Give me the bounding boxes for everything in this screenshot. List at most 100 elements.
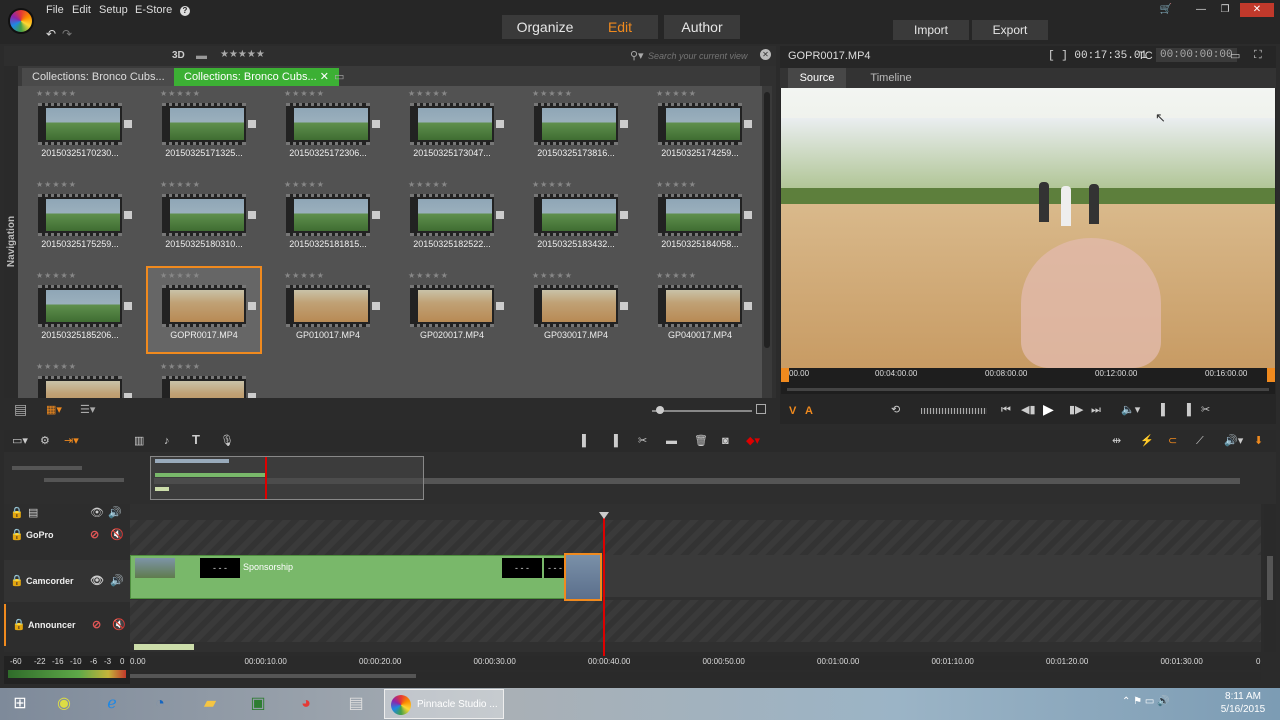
scrub-bar[interactable] [787,388,1269,391]
trash-icon[interactable]: 🗑 [694,434,708,448]
search-icon[interactable]: ⚲▾ [630,49,644,62]
taskbar-pinnacle-studio[interactable]: Pinnacle Studio ... [384,689,504,719]
go-to-end-icon[interactable]: ⏭ [1091,403,1101,417]
library-item[interactable]: ★★★★★ 20150325185206... [24,268,136,352]
smart-movie-icon[interactable]: ⚡ [1140,434,1154,448]
snap-icon[interactable]: ⬇ [1254,434,1263,448]
clip-thumbnail[interactable] [534,194,628,236]
magnet-icon[interactable]: ⇹ [1112,434,1121,448]
announcer-clip[interactable] [134,644,194,650]
library-item[interactable]: ★★★★★ 20150325170230... [24,86,136,170]
step-back-icon[interactable]: ◀▮ [1021,403,1036,417]
selected-clip[interactable] [564,553,602,601]
settings-gear-icon[interactable]: ⚙ [40,434,50,448]
close-icon[interactable]: ✕ [1240,3,1274,17]
mute-icon[interactable]: 🔇 [112,618,126,632]
black-clip[interactable]: - - - [502,558,542,578]
marker-in-icon[interactable]: ▌ [582,434,590,448]
library-item[interactable]: ★★★★★ 20150325182522... [396,177,508,261]
rating-stars[interactable]: ★★★★★ [656,271,697,280]
clip-thumbnail[interactable] [286,103,380,145]
rating-stars[interactable]: ★★★★★ [284,271,325,280]
library-item[interactable]: ★★★★★ 20150325184058... [644,177,756,261]
video-toggle[interactable]: V [789,404,796,418]
scrollbar-thumb[interactable] [1267,556,1273,600]
mark-out-icon[interactable]: ▐ [1183,403,1191,417]
tab-collection-1[interactable]: Collections: Bronco Cubs... [22,68,175,86]
rating-filter[interactable]: ★★★★★ [220,49,265,60]
clip-thumbnail[interactable] [534,285,628,327]
scorefitter-icon[interactable]: ♪ [164,434,170,448]
mode-author-button[interactable]: Author [664,15,740,39]
chrome-icon[interactable]: ◉ [44,690,84,718]
cart-icon[interactable]: 🛒 [1155,3,1177,17]
clip-thumbnail[interactable] [410,103,504,145]
store-icon[interactable]: ▣ [238,690,278,718]
snapshot-icon[interactable]: ◙ [722,434,729,448]
track-header-gopro[interactable]: 🔒 GoPro ⊘ 🔇 [4,514,130,556]
navigator-viewport[interactable] [150,456,424,500]
clip-thumbnail[interactable] [162,103,256,145]
clip-thumbnail[interactable] [38,103,132,145]
rating-stars[interactable]: ★★★★★ [160,362,201,371]
rating-stars[interactable]: ★★★★★ [532,271,573,280]
rating-stars[interactable]: ★★★★★ [36,271,77,280]
play-icon[interactable]: ▶ [1043,402,1054,416]
close-tab-icon[interactable]: ✕ [320,71,329,83]
rating-stars[interactable]: ★★★★★ [408,180,449,189]
restore-icon[interactable]: ❐ [1214,3,1236,17]
grid-view-icon[interactable]: ▦▾ [46,403,62,416]
audio-mixer-icon[interactable]: ▥ [134,434,144,448]
rating-stars[interactable]: ★★★★★ [284,180,325,189]
library-item[interactable]: ★★★★★ 20150325181815... [272,177,384,261]
marker-out-icon[interactable]: ▐ [610,434,618,448]
step-forward-icon[interactable]: ▮▶ [1069,403,1084,417]
rating-stars[interactable]: ★★★★★ [408,271,449,280]
library-item[interactable]: ★★★★★ GP040017.MP4 [644,268,756,352]
volume-icon[interactable]: 🔈▾ [1121,403,1140,417]
go-to-start-icon[interactable]: ⏮ [1001,403,1011,417]
film-icon[interactable]: ▬ [196,50,207,62]
library-item[interactable]: ★★★★★ 20150325172306... [272,86,384,170]
timeline-ruler[interactable]: 0.00 00:00:10.00 00:00:20.00 00:00:30.00 00:… [130,656,1261,670]
fullscreen-icon[interactable]: ⛶ [1254,49,1262,62]
library-stack-icon[interactable]: ▤ [14,401,27,418]
track-header-announcer[interactable]: 🔒 Announcer ⊘ 🔇 [4,604,130,646]
lock-icon[interactable]: 🔒 [12,618,26,632]
timeline-vscroll[interactable] [1264,504,1276,652]
scrubber-end-marker[interactable] [1267,368,1275,382]
eye-hidden-icon[interactable]: ⊘ [92,618,101,632]
lock-icon[interactable]: 🔒 [10,574,24,588]
audio-scrub-icon[interactable]: 🔊▾ [1224,434,1243,448]
film-strip-icon[interactable]: ▬ [666,434,677,448]
playhead-handle[interactable] [599,512,609,519]
storyboard-icon[interactable]: ▭▾ [12,434,28,448]
redo-icon[interactable]: ↷ [62,27,72,41]
undo-icon[interactable]: ↶ [46,27,56,41]
clip-thumbnail[interactable] [162,376,256,398]
rating-stars[interactable]: ★★★★★ [408,89,449,98]
clip-thumbnail[interactable] [38,376,132,398]
shuttle-control[interactable] [921,408,987,414]
thumbnail-size-slider[interactable] [652,410,752,412]
library-item[interactable]: ★★★★★ 20150325171325... [148,86,260,170]
library-item[interactable]: ★★★★★ 20150325173816... [520,86,632,170]
razor-icon[interactable]: ✂ [638,434,647,448]
mark-in-icon[interactable]: ▌ [1161,403,1169,417]
black-clip[interactable]: - - - [200,558,240,578]
mode-organize-button[interactable]: Organize [502,15,588,39]
scrollbar-thumb[interactable] [764,92,770,348]
rating-stars[interactable]: ★★★★★ [284,89,325,98]
view-3d-toggle[interactable]: 3D [172,50,185,61]
rating-stars[interactable]: ★★★★★ [36,362,77,371]
internet-explorer-icon[interactable]: ℯ [92,690,132,718]
voice-over-icon[interactable]: 🎙 [220,434,234,448]
rating-stars[interactable]: ★★★★★ [656,89,697,98]
clip-thumbnail[interactable] [410,194,504,236]
clip-thumbnail[interactable] [162,194,256,236]
split-clip-icon[interactable]: ✂ [1201,403,1210,417]
library-scrollbar[interactable] [762,86,772,398]
eye-hidden-icon[interactable]: ⊘ [90,528,99,542]
library-item[interactable]: ★★★★★ GP010017.MP4 [272,268,384,352]
timecode-field[interactable]: 00:00:00:00 [1156,48,1237,62]
